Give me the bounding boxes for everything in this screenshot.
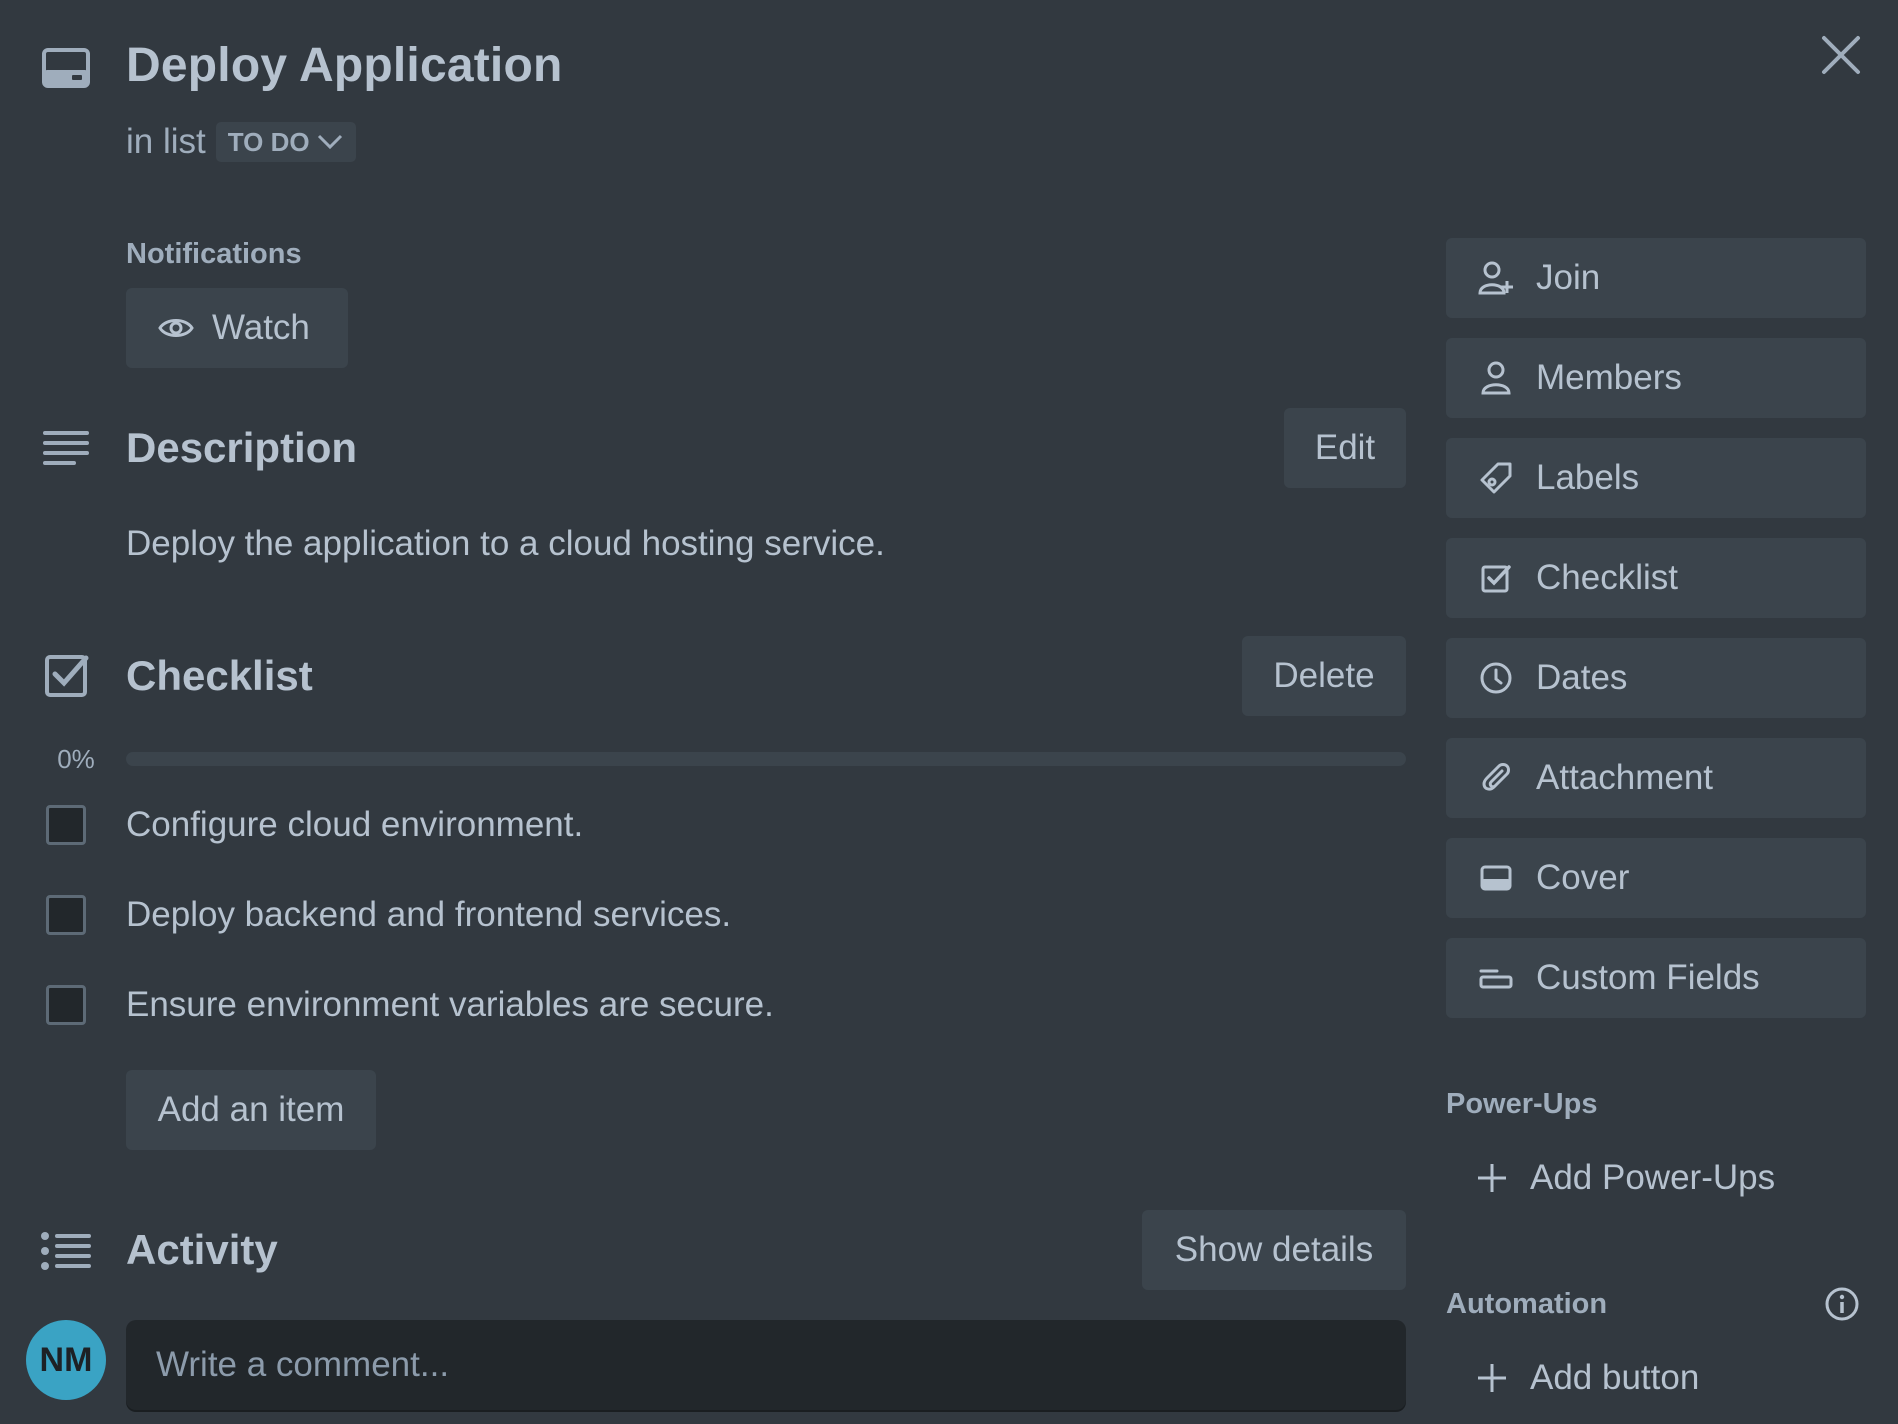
close-icon <box>1822 36 1860 74</box>
card-icon <box>42 48 90 88</box>
add-item-button[interactable]: Add an item <box>126 1070 376 1150</box>
checklist-button[interactable]: Checklist <box>1446 538 1866 618</box>
activity-title: Activity <box>126 1226 278 1273</box>
dates-button[interactable]: Dates <box>1446 638 1866 718</box>
description-icon <box>42 430 90 466</box>
clock-icon <box>1480 662 1512 694</box>
custom-field-icon <box>1479 969 1513 989</box>
checklist-progress-percent: 0% <box>57 744 95 774</box>
list-name: TO DO <box>227 126 310 157</box>
card-detail-modal: Deploy Application in list TO DO Notific… <box>0 0 1898 1424</box>
list-selector[interactable]: TO DO <box>215 122 356 162</box>
watch-button[interactable]: Watch <box>126 288 348 368</box>
card-cover-icon <box>1480 865 1512 891</box>
checklist-item-text[interactable]: Ensure environment variables are secure. <box>126 985 774 1025</box>
person-icon <box>1481 361 1511 395</box>
chevron-down-icon <box>317 134 342 150</box>
add-item-label: Add an item <box>157 1090 345 1129</box>
delete-label: Delete <box>1273 656 1375 695</box>
custom-fields-button[interactable]: Custom Fields <box>1446 938 1866 1018</box>
checklist-action-label: Checklist <box>1536 558 1678 597</box>
show-details-button[interactable]: Show details <box>1142 1210 1406 1290</box>
add-powerups-button[interactable]: Add Power-Ups <box>1476 1158 1775 1198</box>
in-list-prefix: in list <box>126 122 206 161</box>
join-label: Join <box>1536 258 1601 297</box>
activity-icon <box>40 1232 92 1270</box>
labels-label: Labels <box>1536 458 1640 497</box>
checklist-item-text[interactable]: Deploy backend and frontend services. <box>126 895 731 935</box>
members-label: Members <box>1536 358 1682 397</box>
watch-label: Watch <box>212 308 310 347</box>
info-icon[interactable] <box>1824 1286 1860 1322</box>
notifications-label: Notifications <box>126 238 302 270</box>
delete-checklist-button[interactable]: Delete <box>1242 636 1406 716</box>
cover-label: Cover <box>1536 858 1630 897</box>
plus-icon <box>1478 1164 1506 1192</box>
description-title: Description <box>126 424 358 471</box>
checklist-title: Checklist <box>126 652 313 699</box>
labels-button[interactable]: Labels <box>1446 438 1866 518</box>
eye-icon <box>158 319 194 337</box>
description-text[interactable]: Deploy the application to a cloud hostin… <box>126 524 885 564</box>
checklist-item-checkbox[interactable] <box>46 985 86 1025</box>
add-button-label: Add button <box>1530 1358 1700 1397</box>
checklist-item[interactable]: Ensure environment variables are secure. <box>46 985 774 1025</box>
join-button[interactable]: Join <box>1446 238 1866 318</box>
add-automation-button[interactable]: Add button <box>1476 1358 1699 1398</box>
checklist-icon <box>44 652 90 698</box>
checklist-icon <box>1481 565 1511 593</box>
attachment-button[interactable]: Attachment <box>1446 738 1866 818</box>
checklist-item[interactable]: Configure cloud environment. <box>46 805 583 845</box>
automation-label: Automation <box>1446 1288 1608 1320</box>
checklist-item-checkbox[interactable] <box>46 895 86 935</box>
edit-description-button[interactable]: Edit <box>1284 408 1406 488</box>
add-person-icon <box>1478 261 1513 295</box>
dates-label: Dates <box>1536 658 1628 697</box>
plus-icon <box>1478 1364 1506 1392</box>
attachment-label: Attachment <box>1536 758 1714 797</box>
members-button[interactable]: Members <box>1446 338 1866 418</box>
show-details-label: Show details <box>1174 1230 1374 1269</box>
checklist-progress-bar <box>126 752 1406 766</box>
paperclip-icon <box>1482 763 1510 791</box>
add-powerups-label: Add Power-Ups <box>1530 1158 1776 1197</box>
tag-icon <box>1480 462 1512 494</box>
powerups-label: Power-Ups <box>1446 1088 1598 1120</box>
close-button[interactable] <box>1820 34 1862 76</box>
checklist-item[interactable]: Deploy backend and frontend services. <box>46 895 731 935</box>
card-list-info: in list TO DO <box>126 122 356 162</box>
card-title[interactable]: Deploy Application <box>126 38 563 93</box>
checklist-item-text[interactable]: Configure cloud environment. <box>126 805 583 845</box>
comment-input[interactable]: Write a comment... <box>126 1320 1406 1410</box>
custom-fields-label: Custom Fields <box>1536 958 1760 997</box>
avatar[interactable]: NM <box>26 1320 106 1400</box>
edit-label: Edit <box>1314 428 1376 467</box>
checklist-item-checkbox[interactable] <box>46 805 86 845</box>
cover-button[interactable]: Cover <box>1446 838 1866 918</box>
